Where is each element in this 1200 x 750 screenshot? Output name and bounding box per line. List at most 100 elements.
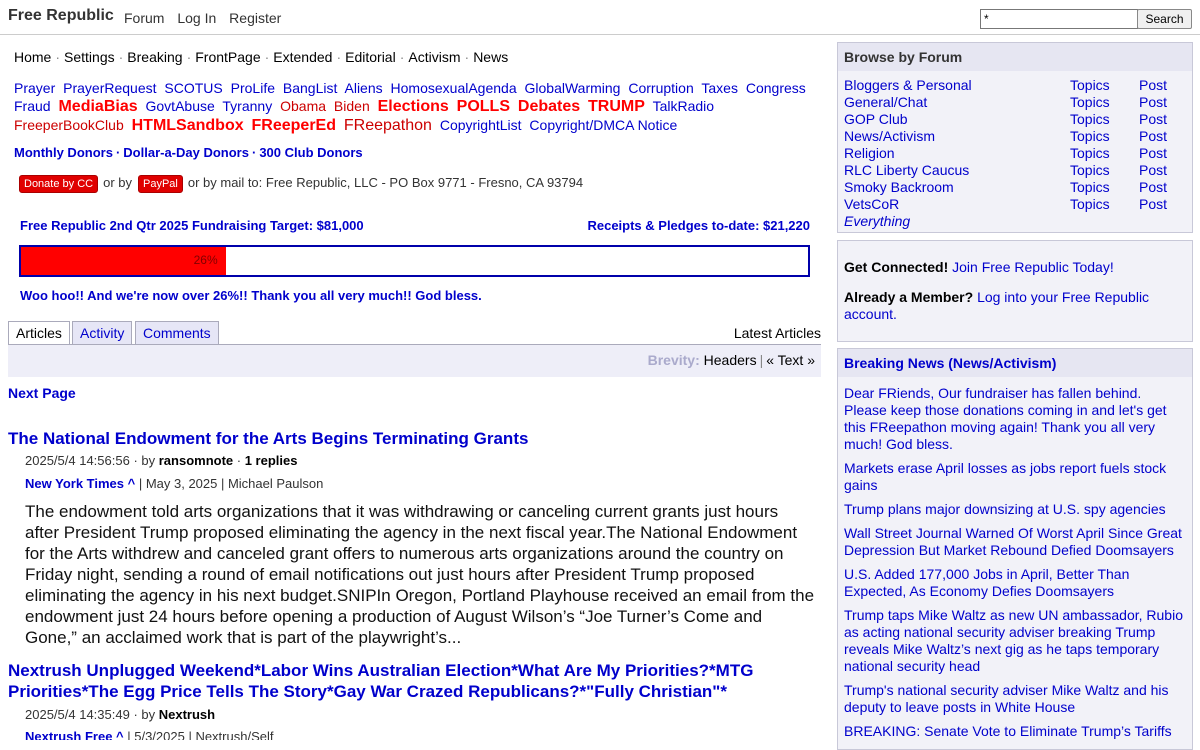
forum-name-link[interactable]: RLC Liberty Caucus — [844, 162, 969, 178]
forum-topics-link[interactable]: Topics — [1070, 111, 1110, 127]
topic-link[interactable]: Taxes — [701, 80, 738, 96]
article-source-info: | 5/3/2025 | Nextrush/Self — [127, 729, 274, 740]
breaking-news-item[interactable]: BREAKING: Senate Vote to Eliminate Trump… — [844, 723, 1186, 740]
join-link[interactable]: Join Free Republic Today! — [952, 259, 1114, 275]
forum-name-link[interactable]: Everything — [844, 213, 910, 229]
topic-link[interactable]: Corruption — [628, 80, 693, 96]
topic-link[interactable]: Copyright/DMCA Notice — [529, 117, 677, 133]
topic-link[interactable]: GovtAbuse — [146, 98, 215, 114]
topic-link[interactable]: Tyranny — [222, 98, 272, 114]
nav-login-link[interactable]: Log In — [177, 10, 216, 26]
search-input[interactable] — [980, 9, 1138, 29]
topic-link[interactable]: Elections — [378, 98, 449, 115]
article-source-link[interactable]: Nextrush Free ^ — [25, 729, 124, 740]
breaking-news-item[interactable]: Trump plans major downsizing at U.S. spy… — [844, 501, 1186, 518]
article-source-link[interactable]: New York Times ^ — [25, 476, 135, 491]
forum-name-link[interactable]: Religion — [844, 145, 895, 161]
forum-name-link[interactable]: Bloggers & Personal — [844, 77, 972, 93]
topic-link[interactable]: Fraud — [14, 98, 51, 114]
topic-link[interactable]: Congress — [746, 80, 806, 96]
section-nav-activism[interactable]: Activism — [408, 49, 460, 65]
section-nav-extended[interactable]: Extended — [273, 49, 332, 65]
tab-activity[interactable]: Activity — [72, 321, 133, 344]
topic-link[interactable]: FReeperEd — [252, 117, 336, 134]
section-nav-frontpage[interactable]: FrontPage — [195, 49, 260, 65]
section-nav-home[interactable]: Home — [14, 49, 51, 65]
forum-topics-link[interactable]: Topics — [1070, 196, 1110, 212]
topic-link[interactable]: TRUMP — [588, 98, 645, 115]
breaking-news-item[interactable]: Trump's national security adviser Mike W… — [844, 682, 1186, 716]
section-nav-breaking[interactable]: Breaking — [127, 49, 182, 65]
forum-topics-link[interactable]: Topics — [1070, 145, 1110, 161]
article-title[interactable]: Nextrush Unplugged Weekend*Labor Wins Au… — [8, 660, 808, 702]
forum-name-link[interactable]: General/Chat — [844, 94, 927, 110]
forum-topics-link[interactable]: Topics — [1070, 162, 1110, 178]
breaking-news-box: Breaking News (News/Activism) Dear FRien… — [837, 348, 1193, 750]
breaking-news-title[interactable]: Breaking News (News/Activism) — [838, 349, 1192, 377]
breaking-news-item[interactable]: Dear FRiends, Our fundraiser has fallen … — [844, 385, 1186, 453]
dollar-a-day-donors-link[interactable]: Dollar-a-Day Donors — [123, 145, 249, 160]
topic-link[interactable]: POLLS — [457, 98, 510, 115]
forum-post-link[interactable]: Post — [1139, 145, 1167, 161]
paypal-button[interactable]: PayPal — [138, 175, 183, 193]
topic-link[interactable]: Prayer — [14, 80, 55, 96]
topic-link[interactable]: SCOTUS — [164, 80, 222, 96]
topic-link[interactable]: Aliens — [345, 80, 383, 96]
topic-link[interactable]: PrayerRequest — [63, 80, 156, 96]
forum-name-link[interactable]: GOP Club — [844, 111, 908, 127]
topic-link[interactable]: HomosexualAgenda — [391, 80, 517, 96]
browse-forum-title: Browse by Forum — [838, 43, 1192, 71]
brevity-headers-link[interactable]: Headers — [704, 352, 757, 368]
forum-post-link[interactable]: Post — [1139, 196, 1167, 212]
section-nav-settings[interactable]: Settings — [64, 49, 115, 65]
forum-topics-link[interactable]: Topics — [1070, 94, 1110, 110]
topic-link[interactable]: FReepathon — [344, 117, 432, 134]
topic-link[interactable]: HTMLSandbox — [132, 117, 244, 134]
breaking-news-item[interactable]: U.S. Added 177,000 Jobs in April, Better… — [844, 566, 1186, 600]
breaking-news-item[interactable]: Markets erase April losses as jobs repor… — [844, 460, 1186, 494]
forum-name-link[interactable]: News/Activism — [844, 128, 935, 144]
topic-link[interactable]: TalkRadio — [653, 98, 714, 114]
forum-topics-link[interactable]: Topics — [1070, 179, 1110, 195]
nav-forum-link[interactable]: Forum — [124, 10, 164, 26]
donate-cc-button[interactable]: Donate by CC — [19, 175, 99, 193]
section-nav-editorial[interactable]: Editorial — [345, 49, 396, 65]
article-author[interactable]: Nextrush — [159, 707, 215, 722]
forum-post-link[interactable]: Post — [1139, 162, 1167, 178]
brevity-text-link[interactable]: « Text » — [766, 352, 815, 368]
forum-row: Bloggers & Personal Topics Post — [844, 77, 1184, 94]
topic-link[interactable]: Obama — [280, 98, 326, 114]
search-button[interactable]: Search — [1137, 9, 1192, 29]
topic-link[interactable]: FreeperBookClub — [14, 117, 124, 133]
topic-link[interactable]: GlobalWarming — [525, 80, 621, 96]
article-author[interactable]: ransomnote — [159, 453, 233, 468]
tab-articles[interactable]: Articles — [8, 321, 70, 345]
top-nav: Forum Log In Register — [124, 10, 290, 26]
forum-topics-link[interactable]: Topics — [1070, 77, 1110, 93]
forum-post-link[interactable]: Post — [1139, 128, 1167, 144]
topic-link[interactable]: Biden — [334, 98, 370, 114]
forum-name-link[interactable]: VetsCoR — [844, 196, 899, 212]
topic-link[interactable]: BangList — [283, 80, 337, 96]
tab-comments[interactable]: Comments — [135, 321, 219, 344]
forum-post-link[interactable]: Post — [1139, 94, 1167, 110]
topic-link[interactable]: CopyrightList — [440, 117, 522, 133]
topic-link[interactable]: ProLife — [231, 80, 275, 96]
next-page-link[interactable]: Next Page — [8, 385, 76, 401]
breaking-news-item[interactable]: Wall Street Journal Warned Of Worst Apri… — [844, 525, 1186, 559]
nav-register-link[interactable]: Register — [229, 10, 281, 26]
forum-post-link[interactable]: Post — [1139, 77, 1167, 93]
article-replies[interactable]: 1 replies — [245, 453, 298, 468]
site-logo[interactable]: Free Republic — [8, 7, 114, 25]
forum-topics-link[interactable]: Topics — [1070, 128, 1110, 144]
forum-post-link[interactable]: Post — [1139, 111, 1167, 127]
topic-link[interactable]: MediaBias — [58, 98, 137, 115]
breaking-news-item[interactable]: Trump taps Mike Waltz as new UN ambassad… — [844, 607, 1186, 675]
forum-post-link[interactable]: Post — [1139, 179, 1167, 195]
club-300-donors-link[interactable]: 300 Club Donors — [259, 145, 362, 160]
topic-link[interactable]: Debates — [518, 98, 580, 115]
monthly-donors-link[interactable]: Monthly Donors — [14, 145, 113, 160]
forum-name-link[interactable]: Smoky Backroom — [844, 179, 954, 195]
article-title[interactable]: The National Endowment for the Arts Begi… — [8, 428, 808, 449]
section-nav-news[interactable]: News — [473, 49, 508, 65]
